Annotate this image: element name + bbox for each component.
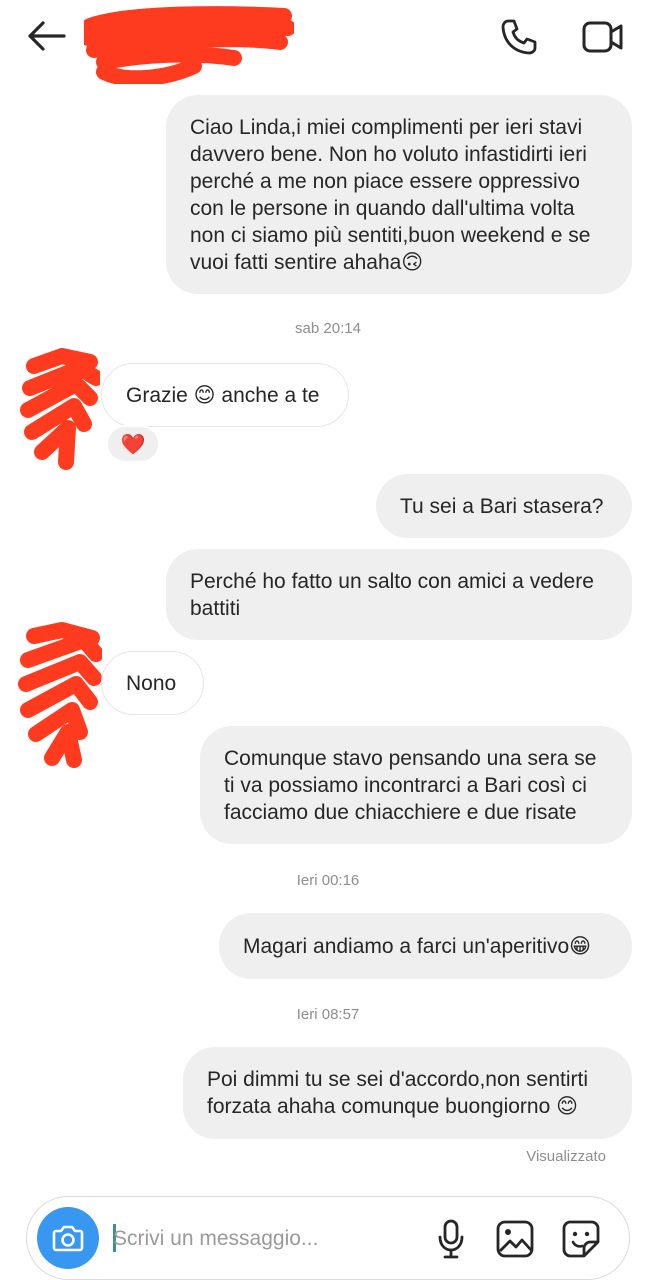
sticker-icon [562,1220,600,1258]
voice-call-button[interactable] [494,12,544,62]
message-text: Grazie 😊 anche a te [126,383,320,407]
chat-header [0,0,656,87]
message-bubble-outgoing[interactable]: Magari andiamo a farci un'aperitivo😁 [219,913,632,979]
message-bubble-incoming[interactable]: Nono [101,651,204,715]
image-icon [496,1220,534,1258]
message-text: Comunque stavo pensando una sera se ti v… [224,746,597,824]
redaction-scribble [80,6,296,87]
message-text: Ciao Linda,i miei complimenti per ieri s… [190,115,591,274]
arrow-left-icon [28,21,66,51]
heart-icon: ❤️ [120,433,146,456]
timestamp: Ieri 00:16 [296,872,360,889]
timestamp: sab 20:14 [295,320,361,337]
message-bubble-outgoing[interactable]: Comunque stavo pensando una sera se ti v… [200,726,632,844]
contact-avatar-redacted[interactable] [18,622,104,768]
sticker-button[interactable] [559,1217,603,1261]
camera-icon [52,1225,84,1252]
contact-avatar-redacted[interactable] [20,348,104,470]
back-button[interactable] [22,14,70,58]
microphone-icon [438,1219,464,1259]
video-call-button[interactable] [576,12,630,62]
message-text: Poi dimmi tu se sei d'accordo,non sentir… [207,1068,589,1118]
message-composer [26,1196,630,1280]
message-input[interactable] [113,1219,413,1259]
message-bubble-outgoing[interactable]: Tu sei a Bari stasera? [376,474,632,538]
message-bubble-incoming[interactable]: Grazie 😊 anche a te [101,363,349,427]
message-text: Tu sei a Bari stasera? [400,494,604,518]
gallery-button[interactable] [493,1217,537,1261]
message-text: Perché ho fatto un salto con amici a ved… [190,569,594,620]
voice-message-button[interactable] [431,1217,471,1261]
heart-reaction[interactable]: ❤️ [106,425,160,463]
redaction-scribble [18,622,104,768]
redaction-scribble [20,348,104,470]
timestamp: Ieri 08:57 [296,1006,360,1023]
seen-status: Visualizzato [526,1148,606,1165]
message-bubble-outgoing[interactable]: Poi dimmi tu se sei d'accordo,non sentir… [183,1047,632,1139]
contact-name-redacted[interactable] [80,6,296,87]
message-text: Magari andiamo a farci un'aperitivo😁 [243,934,592,958]
video-camera-icon [582,21,623,53]
camera-button[interactable] [37,1207,99,1269]
message-text: Nono [126,671,177,695]
message-bubble-outgoing[interactable]: Ciao Linda,i miei complimenti per ieri s… [166,95,632,294]
message-bubble-outgoing[interactable]: Perché ho fatto un salto con amici a ved… [166,549,632,640]
phone-icon [501,19,537,55]
